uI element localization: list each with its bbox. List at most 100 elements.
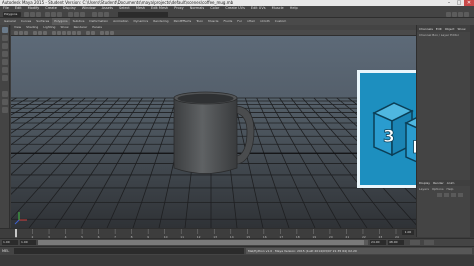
motion-blur-icon[interactable] (105, 31, 109, 35)
current-time-marker[interactable] (15, 229, 17, 237)
shelf-tab-fluids[interactable]: Fluids (222, 18, 235, 25)
playback-end-field[interactable]: 24.00 (370, 240, 386, 245)
shelf-tab-muscle[interactable]: Muscle (206, 18, 220, 25)
bookmarks-icon[interactable] (24, 31, 28, 35)
layer-buttons (417, 192, 474, 198)
move-layer-down-icon[interactable] (444, 193, 449, 197)
screen-space-ao-icon[interactable] (100, 31, 104, 35)
select-by-object-icon[interactable] (51, 12, 56, 17)
time-ticks (15, 229, 397, 234)
mode-menu[interactable]: Polygons (3, 12, 21, 17)
render-icon[interactable] (92, 12, 97, 17)
shelf-tab-painteffects[interactable]: PaintEffects (172, 18, 194, 25)
shelf-tab-animation[interactable]: Animation (111, 18, 130, 25)
xray-icon[interactable] (91, 31, 95, 35)
anim-end-field[interactable]: 48.00 (388, 240, 404, 245)
textured-icon[interactable] (67, 31, 71, 35)
channel-box-menu: Channels Edit Object Show (417, 25, 474, 32)
grid-toggle-icon[interactable] (33, 31, 37, 35)
show-tool-settings-icon[interactable] (458, 12, 463, 17)
layer-menu-layers[interactable]: Layers (419, 187, 429, 191)
input-field[interactable] (118, 12, 168, 17)
use-all-lights-icon[interactable] (72, 31, 76, 35)
shelf-tab-rendering[interactable]: Rendering (151, 18, 170, 25)
new-layer-icon[interactable] (451, 193, 456, 197)
wireframe-on-shaded-icon[interactable] (62, 31, 66, 35)
shelf-tab-deformation[interactable]: Deformation (87, 18, 110, 25)
shelf-tab-custom[interactable]: Custom (273, 18, 289, 25)
outliner-layout-icon[interactable] (2, 107, 8, 113)
camera-attributes-icon[interactable] (19, 31, 23, 35)
viewport-scene (11, 91, 416, 228)
lasso-tool-icon[interactable] (2, 35, 8, 41)
current-frame-field[interactable]: 1.00 (402, 230, 414, 235)
single-perspective-layout-icon[interactable] (2, 91, 8, 97)
command-line: MEL Mel/Python v1.0 · Maya Version: 2015… (0, 246, 474, 255)
auto-key-icon[interactable] (410, 240, 420, 245)
shelf-tab-surfaces[interactable]: Surfaces (34, 18, 51, 25)
ipr-render-icon[interactable] (98, 12, 103, 17)
shadows-icon[interactable] (77, 31, 81, 35)
select-by-component-icon[interactable] (57, 12, 62, 17)
open-scene-icon[interactable] (30, 12, 35, 17)
animation-prefs-icon[interactable] (424, 240, 434, 245)
last-tool-icon[interactable] (2, 75, 8, 81)
command-language-label[interactable]: MEL (2, 249, 9, 253)
shelf-tab-dynamics[interactable]: Dynamics (131, 18, 150, 25)
layer-menu-options[interactable]: Options (432, 187, 444, 191)
mug-body (173, 97, 238, 174)
show-modeling-toolkit-icon[interactable] (446, 12, 451, 17)
time-slider[interactable]: 1 2 3 4 5 6 7 8 9 10 11 12 13 14 15 16 17 18 19 20 21 22 23 24 … (0, 228, 416, 239)
anim-start-field[interactable]: 1.00 (2, 240, 18, 245)
shelf-tab-fur[interactable]: Fur (235, 18, 244, 25)
shelf-tab-subdivs[interactable]: Subdivs (71, 18, 87, 25)
snap-grid-icon[interactable] (68, 12, 73, 17)
channel-box-menu-object[interactable]: Object (445, 27, 455, 31)
range-bar[interactable] (38, 240, 368, 245)
smooth-shade-icon[interactable] (57, 31, 61, 35)
resolution-gate-icon[interactable] (43, 31, 47, 35)
new-scene-icon[interactable] (24, 12, 29, 17)
select-camera-icon[interactable] (14, 31, 18, 35)
four-view-layout-icon[interactable] (2, 99, 8, 105)
save-scene-icon[interactable] (36, 12, 41, 17)
select-by-hierarchy-icon[interactable] (45, 12, 50, 17)
isolate-select-icon[interactable] (86, 31, 90, 35)
shelf-tab-nhair[interactable]: nHair (245, 18, 257, 25)
layer-tab-render[interactable]: Render (433, 181, 444, 185)
command-input[interactable] (14, 248, 244, 254)
shelf-tab-curves[interactable]: Curves (19, 18, 33, 25)
channel-box-menu-show[interactable]: Show (457, 27, 465, 31)
layer-tab-display[interactable]: Display (419, 181, 430, 185)
show-channel-box-icon[interactable] (464, 12, 469, 17)
snap-curve-icon[interactable] (74, 12, 79, 17)
anti-aliasing-icon[interactable] (110, 31, 114, 35)
new-layer-selected-icon[interactable] (458, 193, 463, 197)
side-tab-strip[interactable] (470, 25, 474, 237)
paint-select-tool-icon[interactable] (2, 43, 8, 49)
shelf-tab-toon[interactable]: Toon (194, 18, 205, 25)
range-thumb[interactable] (38, 240, 364, 245)
help-line (0, 255, 474, 266)
render-settings-icon[interactable] (104, 12, 109, 17)
snap-point-icon[interactable] (80, 12, 85, 17)
film-gate-icon[interactable] (38, 31, 42, 35)
move-layer-up-icon[interactable] (437, 193, 442, 197)
channel-box-menu-channels[interactable]: Channels (419, 27, 433, 31)
logo-digit: 3 (383, 127, 395, 147)
scale-tool-icon[interactable] (2, 67, 8, 73)
shelf-tab-ncloth[interactable]: nCloth (258, 18, 272, 25)
select-tool-icon[interactable] (2, 27, 8, 33)
perspective-viewport[interactable] (11, 36, 416, 228)
move-tool-icon[interactable] (2, 51, 8, 57)
layer-menu-help[interactable]: Help (447, 187, 454, 191)
channel-box-title: Channel Box / Layer Editor (419, 33, 459, 37)
shelf-tab-polygons[interactable]: Polygons (52, 18, 70, 25)
channel-box-menu-edit[interactable]: Edit (436, 27, 442, 31)
playback-start-field[interactable]: 1.00 (20, 240, 36, 245)
show-attribute-editor-icon[interactable] (452, 12, 457, 17)
rotate-tool-icon[interactable] (2, 59, 8, 65)
shelf-tab-general[interactable]: General (2, 18, 18, 25)
wireframe-icon[interactable] (52, 31, 56, 35)
layer-tab-anim[interactable]: Anim (447, 181, 455, 185)
